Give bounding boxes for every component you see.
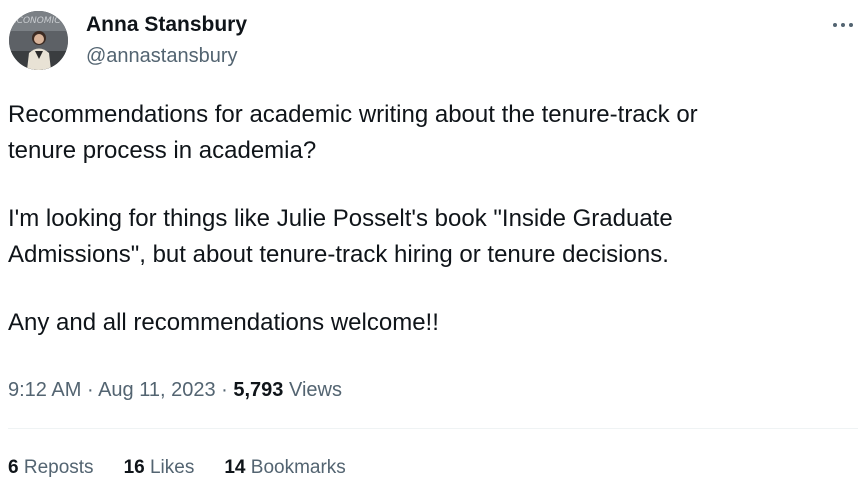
tweet-text: Recommendations for academic writing abo… xyxy=(8,97,848,341)
bookmarks-stat[interactable]: 14 Bookmarks xyxy=(224,455,345,481)
bookmarks-count: 14 xyxy=(224,457,246,478)
tweet-paragraph: I'm looking for things like Julie Possel… xyxy=(8,205,673,268)
author-name[interactable]: Anna Stansbury xyxy=(86,12,247,38)
avatar-watermark: ECONOMIC xyxy=(11,16,61,26)
meta-separator: · xyxy=(81,379,99,401)
likes-count: 16 xyxy=(123,457,145,478)
likes-stat[interactable]: 16 Likes xyxy=(124,455,195,481)
reposts-label: Reposts xyxy=(23,457,94,478)
reposts-count: 6 xyxy=(8,457,19,478)
views-label[interactable]: Views xyxy=(289,379,342,401)
tweet-paragraph: Recommendations for academic writing abo… xyxy=(8,101,698,164)
likes-label: Likes xyxy=(149,457,195,478)
tweet-card: ECONOMIC Anna Stansbury @annastansbury R… xyxy=(0,0,868,490)
more-horizontal-icon xyxy=(833,23,853,27)
divider xyxy=(8,428,858,429)
author-handle[interactable]: @annastansbury xyxy=(86,43,238,69)
reposts-stat[interactable]: 6 Reposts xyxy=(8,455,94,481)
views-count[interactable]: 5,793 xyxy=(233,379,283,401)
avatar-image: ECONOMIC xyxy=(9,11,68,70)
tweet-date[interactable]: Aug 11, 2023 xyxy=(98,379,216,401)
avatar[interactable]: ECONOMIC xyxy=(9,11,68,70)
tweet-time[interactable]: 9:12 AM xyxy=(8,379,81,401)
tweet-meta: 9:12 AM · Aug 11, 2023 · 5,793 Views xyxy=(8,376,342,404)
tweet-stats: 6 Reposts 16 Likes 14 Bookmarks xyxy=(8,455,346,481)
bookmarks-label: Bookmarks xyxy=(250,457,346,478)
meta-separator: · xyxy=(215,379,234,401)
tweet-paragraph: Any and all recommendations welcome!! xyxy=(8,309,439,336)
more-button[interactable] xyxy=(826,11,860,39)
